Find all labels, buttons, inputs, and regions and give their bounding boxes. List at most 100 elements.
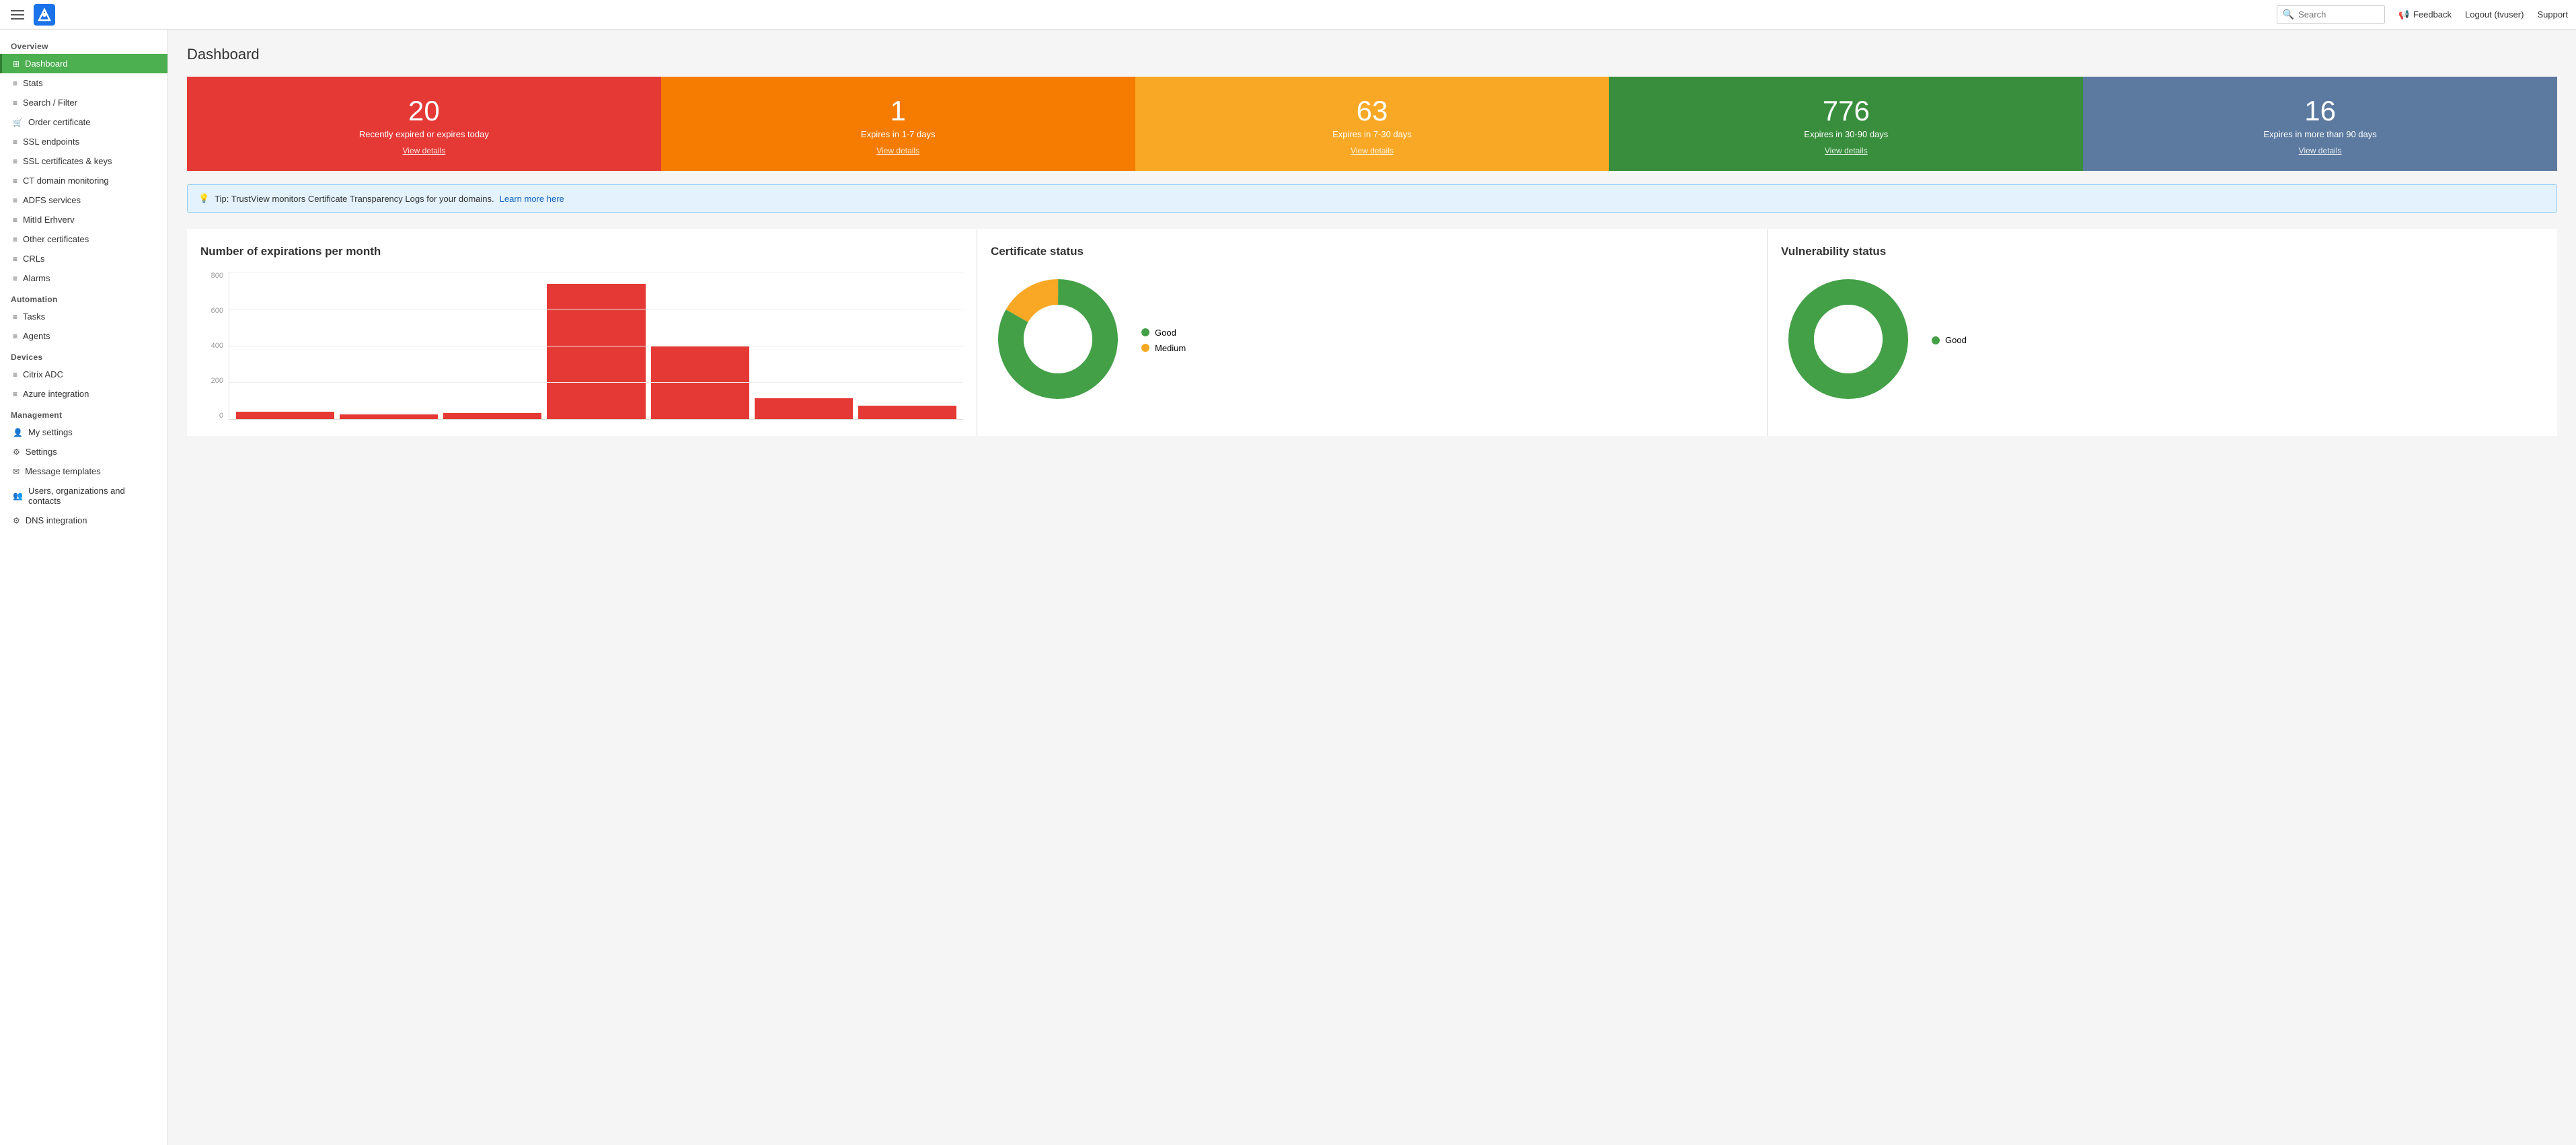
card-view-details-link[interactable]: View details: [2299, 146, 2342, 155]
sidebar-item-label: Agents: [23, 331, 50, 341]
bar-6[interactable]: [755, 398, 853, 419]
sidebar-item-my-settings[interactable]: 👤 My settings: [0, 422, 167, 442]
bar-7[interactable]: [858, 406, 956, 419]
bar-4[interactable]: [547, 284, 645, 419]
sidebar-item-settings[interactable]: ⚙ Settings: [0, 442, 167, 461]
sidebar-item-ssl-certs-keys[interactable]: ≡ SSL certificates & keys: [0, 151, 167, 171]
legend-good-dot: [1141, 328, 1149, 336]
sidebar-item-agents[interactable]: ≡ Agents: [0, 326, 167, 346]
ssl-endpoints-icon: ≡: [13, 137, 17, 147]
support-link[interactable]: Support: [2537, 9, 2568, 20]
sidebar-item-mitid[interactable]: ≡ MitId Erhverv: [0, 210, 167, 229]
card-view-details-link[interactable]: View details: [402, 146, 445, 155]
search-icon: 🔍: [2283, 9, 2294, 20]
other-certs-icon: ≡: [13, 235, 17, 244]
tip-box: 💡 Tip: TrustView monitors Certificate Tr…: [187, 184, 2557, 213]
donut-row: 83.2% 16.9% Good Medium: [991, 272, 1753, 408]
summary-card-expired[interactable]: 20 Recently expired or expires today Vie…: [187, 77, 661, 171]
summary-card-1-7days[interactable]: 1 Expires in 1-7 days View details: [661, 77, 1135, 171]
sidebar-item-crls[interactable]: ≡ CRLs: [0, 249, 167, 268]
hamburger-menu[interactable]: [8, 7, 27, 22]
bar-1[interactable]: [236, 412, 334, 419]
adfs-icon: ≡: [13, 196, 17, 205]
sidebar-item-label: Azure integration: [23, 389, 89, 399]
y-label-400: 400: [211, 342, 223, 350]
sidebar: Overview ⊞ Dashboard ≡ Stats ≡ Search / …: [0, 30, 168, 1145]
sidebar-item-dashboard[interactable]: ⊞ Dashboard: [0, 54, 167, 73]
sidebar-item-label: Tasks: [23, 311, 45, 322]
feedback-link[interactable]: 📢 Feedback: [2398, 9, 2452, 20]
msg-templates-icon: ✉: [13, 467, 20, 476]
sidebar-item-order-certificate[interactable]: 🛒 Order certificate: [0, 112, 167, 132]
vuln-status-title: Vulnerability status: [1781, 245, 2544, 258]
ct-domain-icon: ≡: [13, 176, 17, 186]
card-number: 776: [1823, 97, 1870, 125]
sidebar-item-other-certs[interactable]: ≡ Other certificates: [0, 229, 167, 249]
agents-icon: ≡: [13, 332, 17, 341]
summary-card-7-30days[interactable]: 63 Expires in 7-30 days View details: [1135, 77, 1609, 171]
sidebar-item-label: Dashboard: [25, 59, 68, 69]
card-view-details-link[interactable]: View details: [1351, 146, 1394, 155]
sidebar-item-citrix-adc[interactable]: ≡ Citrix ADC: [0, 365, 167, 384]
sidebar-item-stats[interactable]: ≡ Stats: [0, 73, 167, 93]
main-layout: Overview ⊞ Dashboard ≡ Stats ≡ Search / …: [0, 30, 2576, 1145]
card-label: Expires in 7-30 days: [1332, 129, 1412, 139]
summary-card-90plus-days[interactable]: 16 Expires in more than 90 days View det…: [2083, 77, 2557, 171]
sidebar-item-label: DNS integration: [26, 515, 87, 525]
azure-icon: ≡: [13, 390, 17, 399]
sidebar-item-alarms[interactable]: ≡ Alarms: [0, 268, 167, 288]
sidebar-item-search-filter[interactable]: ≡ Search / Filter: [0, 93, 167, 112]
card-view-details-link[interactable]: View details: [876, 146, 919, 155]
sidebar-item-label: Citrix ADC: [23, 369, 63, 379]
cert-good-pct-label: 83.2%: [1039, 353, 1060, 361]
vuln-donut-row: Good: [1781, 272, 2544, 408]
card-number: 16: [2304, 97, 2336, 125]
bar-3[interactable]: [443, 413, 541, 419]
ssl-certs-icon: ≡: [13, 157, 17, 166]
sidebar-item-tasks[interactable]: ≡ Tasks: [0, 307, 167, 326]
sidebar-item-dns-integration[interactable]: ⚙ DNS integration: [0, 511, 167, 530]
page-title: Dashboard: [187, 46, 2557, 63]
sidebar-item-label: MitId Erhverv: [23, 215, 75, 225]
card-number: 20: [408, 97, 440, 125]
sidebar-item-adfs[interactable]: ≡ ADFS services: [0, 190, 167, 210]
search-input[interactable]: [2298, 9, 2379, 20]
tip-learn-more-link[interactable]: Learn more here: [500, 194, 564, 204]
vuln-status-chart-panel: Vulnerability status Good: [1768, 229, 2557, 436]
bar-2[interactable]: [340, 414, 438, 419]
expirations-chart-title: Number of expirations per month: [200, 245, 963, 258]
main-content: Dashboard 20 Recently expired or expires…: [168, 30, 2576, 1145]
sidebar-item-label: My settings: [28, 427, 73, 437]
sidebar-item-ssl-endpoints[interactable]: ≡ SSL endpoints: [0, 132, 167, 151]
expirations-chart-panel: Number of expirations per month 800 600 …: [187, 229, 977, 436]
tip-bulb-icon: 💡: [198, 193, 209, 204]
search-container[interactable]: 🔍: [2277, 5, 2385, 24]
sidebar-item-azure-integration[interactable]: ≡ Azure integration: [0, 384, 167, 404]
y-label-800: 800: [211, 272, 223, 280]
charts-grid: Number of expirations per month 800 600 …: [187, 229, 2557, 436]
sidebar-item-message-templates[interactable]: ✉ Message templates: [0, 461, 167, 481]
card-label: Recently expired or expires today: [359, 129, 489, 139]
bar-chart-area: 800 600 400 200 0: [200, 272, 963, 420]
summary-cards: 20 Recently expired or expires today Vie…: [187, 77, 2557, 171]
sidebar-item-ct-domain[interactable]: ≡ CT domain monitoring: [0, 171, 167, 190]
vuln-status-legend: Good: [1932, 335, 1967, 345]
sidebar-item-label: CT domain monitoring: [23, 176, 109, 186]
topbar-right: 🔍 📢 Feedback Logout (tvuser) Support: [2277, 5, 2568, 24]
sidebar-item-label: Settings: [26, 447, 57, 457]
card-view-details-link[interactable]: View details: [1825, 146, 1868, 155]
feedback-icon: 📢: [2398, 9, 2409, 20]
logout-link[interactable]: Logout (tvuser): [2465, 9, 2524, 20]
sidebar-item-users-org[interactable]: 👥 Users, organizations and contacts: [0, 481, 167, 511]
legend-good: Good: [1141, 328, 1186, 338]
sidebar-item-label: SSL endpoints: [23, 137, 79, 147]
summary-card-30-90days[interactable]: 776 Expires in 30-90 days View details: [1609, 77, 2083, 171]
sidebar-item-label: Stats: [23, 78, 43, 88]
card-label: Expires in 1-7 days: [861, 129, 936, 139]
vuln-legend-good: Good: [1932, 335, 1967, 345]
cert-status-title: Certificate status: [991, 245, 1753, 258]
sidebar-item-label: ADFS services: [23, 195, 81, 205]
dns-icon: ⚙: [13, 516, 20, 525]
automation-section-label: Automation: [0, 288, 167, 307]
alarms-icon: ≡: [13, 274, 17, 283]
